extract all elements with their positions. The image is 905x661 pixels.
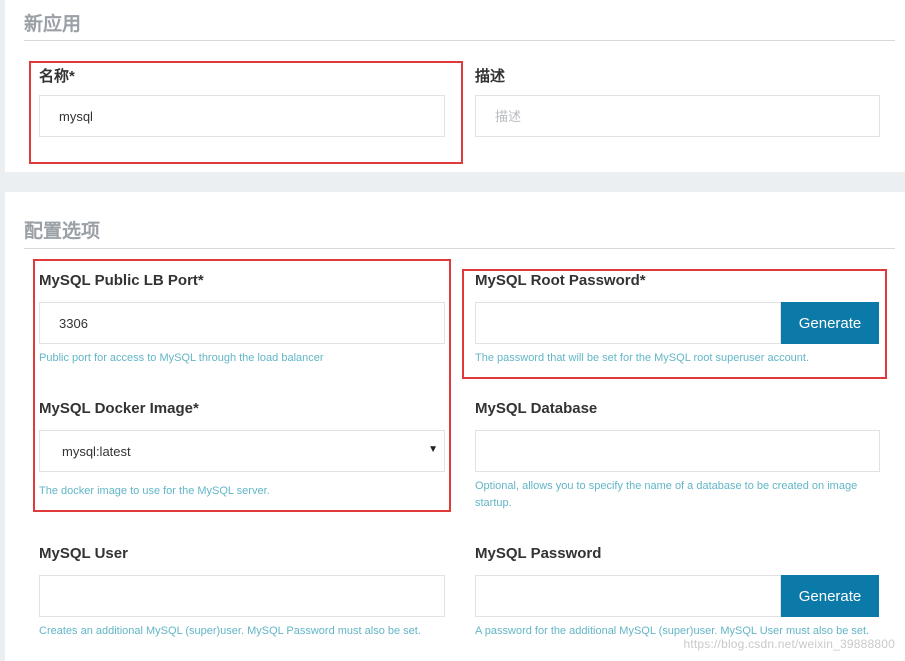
public-port-input[interactable]	[39, 302, 445, 344]
description-input[interactable]	[475, 95, 880, 137]
password-generate-button[interactable]: Generate	[781, 575, 879, 617]
new-app-panel: 新应用 名称* 描述	[5, 0, 905, 172]
password-input[interactable]	[475, 575, 781, 617]
new-app-title: 新应用	[24, 14, 82, 35]
name-input[interactable]	[39, 95, 445, 137]
docker-image-select[interactable]: mysql:latest ▼	[39, 430, 445, 472]
name-label: 名称*	[39, 68, 75, 85]
root-password-help: The password that will be set for the My…	[475, 352, 810, 364]
description-label: 描述	[475, 68, 506, 85]
public-port-help: Public port for access to MySQL through …	[39, 352, 324, 364]
docker-image-help: The docker image to use for the MySQL se…	[39, 485, 270, 497]
user-label: MySQL User	[39, 545, 128, 562]
docker-image-label: MySQL Docker Image*	[39, 400, 199, 417]
database-label: MySQL Database	[475, 400, 598, 417]
root-password-generate-button[interactable]: Generate	[781, 302, 879, 344]
user-help: Creates an additional MySQL (super)user.…	[39, 625, 421, 637]
config-options-panel: 配置选项 MySQL Public LB Port* Public port f…	[5, 192, 905, 661]
database-input[interactable]	[475, 430, 880, 472]
root-password-label: MySQL Root Password*	[475, 272, 646, 289]
chevron-down-icon: ▼	[428, 444, 438, 455]
watermark: https://blog.csdn.net/weixin_39888800	[683, 637, 895, 651]
config-options-title: 配置选项	[24, 221, 101, 242]
section-divider	[24, 248, 895, 249]
section-divider	[24, 40, 895, 41]
docker-image-selected-value: mysql:latest	[62, 443, 131, 459]
database-help: Optional, allows you to specify the name…	[475, 480, 858, 509]
password-label: MySQL Password	[475, 545, 602, 562]
public-port-label: MySQL Public LB Port*	[39, 272, 204, 289]
user-input[interactable]	[39, 575, 445, 617]
root-password-input[interactable]	[475, 302, 781, 344]
